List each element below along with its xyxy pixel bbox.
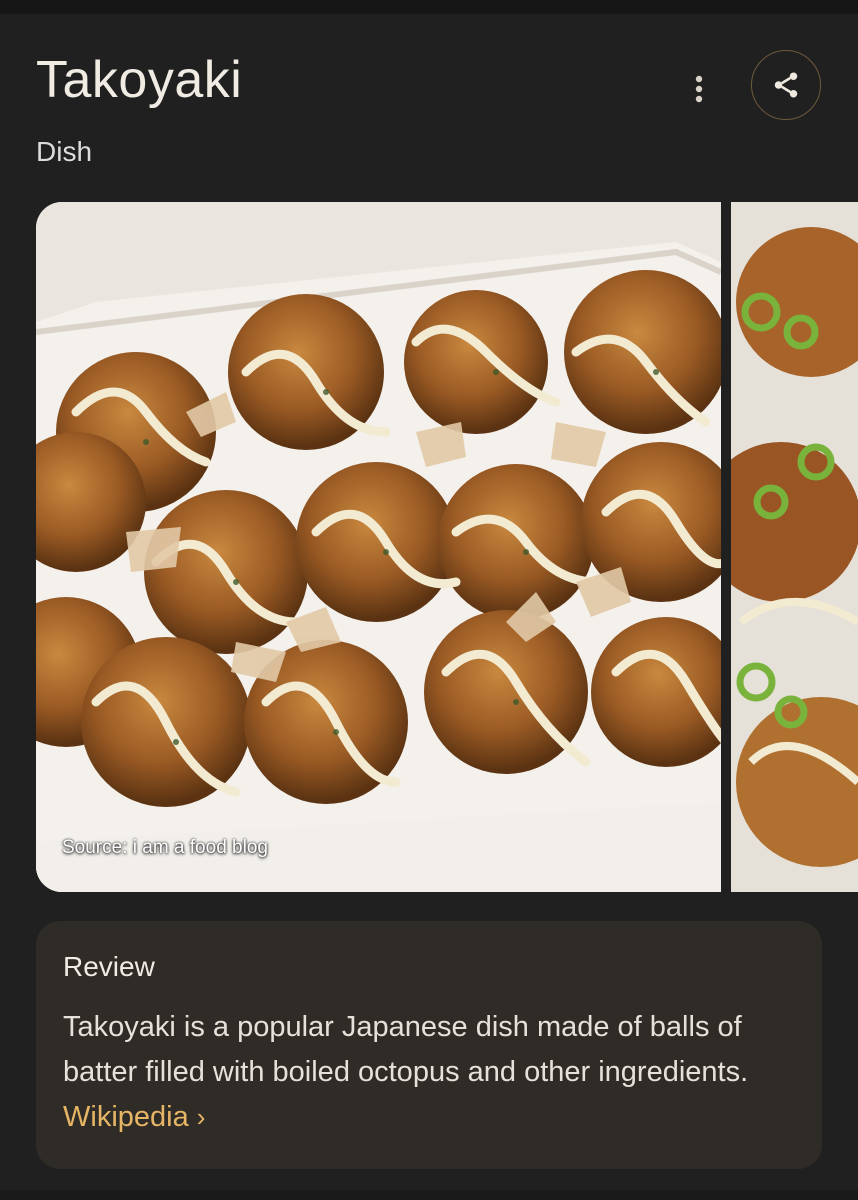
- chevron-right-icon: ›: [196, 1102, 206, 1132]
- page-subtitle: Dish: [36, 136, 93, 167]
- status-strip: [0, 0, 858, 14]
- image-source-label[interactable]: Source: i am a food blog: [62, 837, 268, 859]
- review-heading: Review: [63, 951, 155, 982]
- wikipedia-link-label[interactable]: Wikipedia: [63, 1101, 189, 1133]
- share-icon: [774, 72, 798, 98]
- more-options-button[interactable]: [676, 66, 722, 112]
- takoyaki-photo: [36, 202, 721, 892]
- wikipedia-link[interactable]: Wikipedia ›: [63, 1101, 205, 1133]
- takoyaki-image[interactable]: Source: i am a food blog: [36, 202, 721, 892]
- bottom-edge: [0, 1190, 858, 1200]
- next-takoyaki-photo: [731, 202, 858, 892]
- review-card: Review Takoyaki is a popular Japanese di…: [36, 921, 822, 1169]
- next-image-thumbnail[interactable]: [731, 202, 858, 892]
- share-button[interactable]: [751, 50, 821, 120]
- page-title: Takoyaki: [36, 51, 243, 109]
- review-text: Takoyaki is a popular Japanese dish made…: [63, 1011, 749, 1088]
- more-vert-icon: [695, 75, 703, 103]
- review-text-block: Takoyaki is a popular Japanese dish made…: [63, 1005, 803, 1140]
